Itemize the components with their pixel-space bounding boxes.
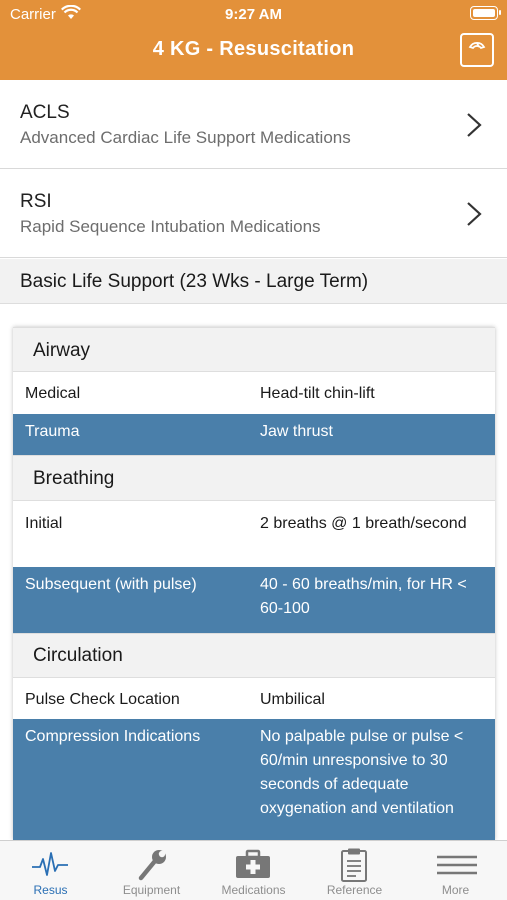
tab-bar: Resus Equipment Medications Reference Mo… (0, 840, 507, 900)
medkit-icon (236, 849, 270, 878)
bls-card: Airway Medical Head-tilt chin-lift Traum… (13, 327, 495, 840)
row-label: Subsequent (with pulse) (25, 576, 197, 593)
menu-item-rsi[interactable]: RSI Rapid Sequence Intubation Medication… (0, 169, 507, 258)
table-row: Pulse Check Location Umbilical (13, 678, 495, 719)
menu-item-title: RSI (20, 191, 52, 212)
row-value: 40 - 60 breaths/min, for HR < 60-100 (260, 576, 467, 617)
tab-label: More (441, 883, 470, 897)
tab-more[interactable]: More (405, 841, 506, 900)
tab-resus[interactable]: Resus (0, 841, 101, 900)
heartbeat-icon (32, 852, 68, 876)
breathing-header: Breathing (13, 455, 495, 501)
tab-medications[interactable]: Medications (203, 841, 304, 900)
menu-item-subtitle: Rapid Sequence Intubation Medications (20, 217, 321, 236)
airway-header: Airway (13, 327, 495, 372)
row-value: 2 breaths @ 1 breath/second (260, 515, 467, 532)
scale-icon (468, 41, 486, 50)
status-time: 9:27 AM (225, 6, 282, 23)
row-label: Medical (25, 385, 81, 402)
scale-button[interactable] (460, 33, 494, 67)
row-value: Head-tilt chin-lift (260, 385, 375, 402)
table-row: Compression Indications No palpable puls… (13, 719, 495, 840)
table-row: Trauma Jaw thrust (13, 414, 495, 455)
row-label: Trauma (25, 423, 80, 440)
section-header: Basic Life Support (23 Wks - Large Term) (0, 259, 507, 304)
tab-label: Resus (33, 883, 68, 897)
row-label: Pulse Check Location (25, 691, 180, 708)
row-value: Umbilical (260, 691, 325, 708)
page-title: 4 KG - Resuscitation (152, 38, 355, 60)
clipboard-icon (341, 848, 367, 882)
chevron-right-icon (467, 113, 482, 137)
group-title: Circulation (33, 645, 123, 666)
table-row: Subsequent (with pulse) 40 - 60 breaths/… (13, 567, 495, 633)
tab-label: Reference (326, 883, 383, 897)
menu-item-acls[interactable]: ACLS Advanced Cardiac Life Support Medic… (0, 80, 507, 169)
status-bar: Carrier 9:27 AM (0, 0, 507, 28)
row-label: Compression Indications (25, 728, 201, 745)
menu-item-title: ACLS (20, 102, 70, 123)
table-row: Medical Head-tilt chin-lift (13, 372, 495, 414)
tab-equipment[interactable]: Equipment (101, 841, 202, 900)
row-value: No palpable pulse or pulse < 60/min unre… (260, 728, 464, 817)
chevron-right-icon (467, 202, 482, 226)
tab-reference[interactable]: Reference (304, 841, 405, 900)
table-row: Initial 2 breaths @ 1 breath/second (13, 501, 495, 567)
group-title: Airway (33, 340, 91, 361)
section-title: Basic Life Support (23 Wks - Large Term) (20, 271, 369, 292)
battery-icon (470, 6, 501, 20)
group-title: Breathing (33, 468, 115, 489)
wrench-icon (138, 850, 166, 881)
circulation-header: Circulation (13, 633, 495, 678)
app-header: Carrier 9:27 AM 4 KG - Resuscitation (0, 0, 507, 80)
tab-label: Medications (221, 883, 286, 897)
tab-label: Equipment (122, 883, 181, 897)
row-label: Initial (25, 515, 63, 532)
row-value: Jaw thrust (260, 423, 333, 440)
menu-icon (437, 855, 477, 875)
menu-item-subtitle: Advanced Cardiac Life Support Medication… (20, 128, 351, 147)
